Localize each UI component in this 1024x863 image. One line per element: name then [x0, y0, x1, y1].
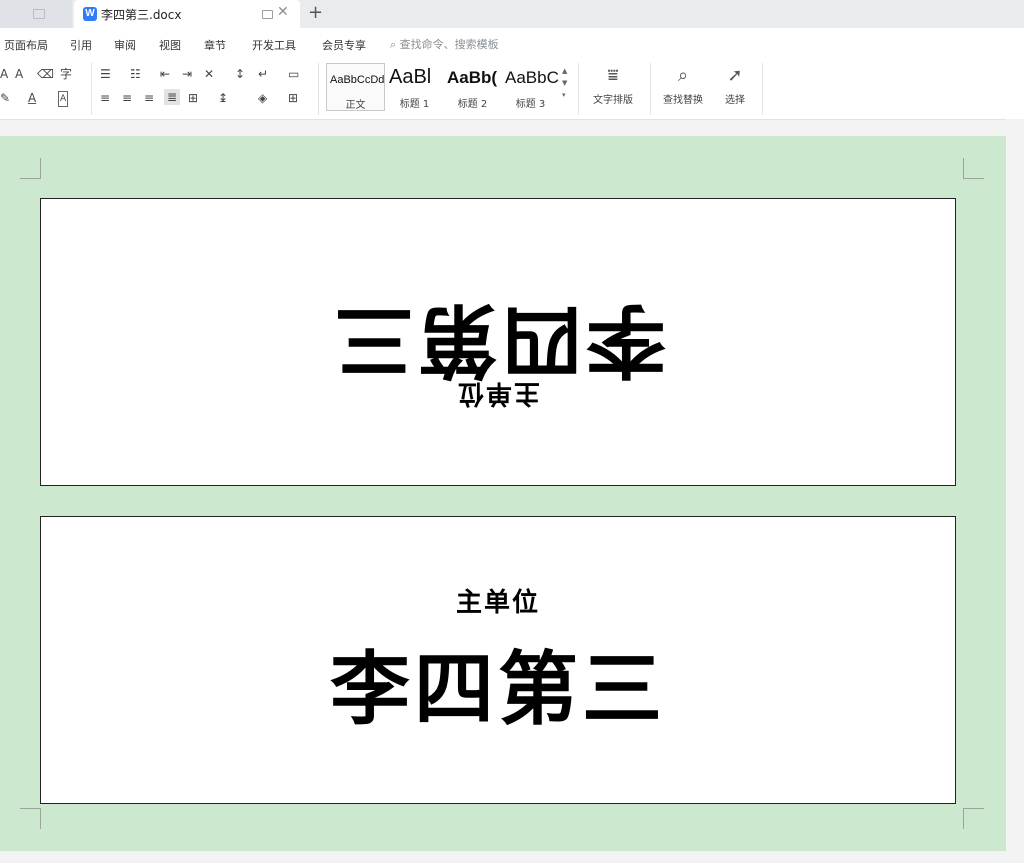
line-spacing-icon[interactable]: ↨: [218, 91, 228, 105]
select-button[interactable]: ➚ 选择: [708, 63, 762, 113]
card-name-text: 李四第三: [330, 293, 666, 386]
style-sample: AaBbC: [505, 68, 559, 87]
tab-bar: W 李四第三.docx ✕ +: [0, 0, 1024, 28]
clear-format-icon[interactable]: ⌫: [37, 67, 54, 81]
separator: [91, 63, 92, 115]
margin-corner-top-left: [20, 158, 41, 179]
decrease-indent-icon[interactable]: ⇤: [160, 67, 170, 81]
style-label: 正文: [345, 100, 366, 111]
text-layout-icon: ⩸: [607, 65, 619, 86]
margin-corner-top-right: [963, 158, 984, 179]
card-org-text: 主单位: [456, 378, 541, 408]
card-org-text: 主单位: [455, 588, 540, 618]
separator: [318, 63, 319, 115]
tab-document[interactable]: W 李四第三.docx ✕: [74, 0, 300, 28]
ribbon-toolbar: A A ⌫ 字 ✎ A A ☰ ☷ ⇤ ⇥ ✕ ↕ ↵ ▭ ≡ ≡ ≡ ≣ ⊞ …: [0, 59, 1024, 120]
menu-references[interactable]: 引用: [70, 37, 92, 53]
find-replace-label: 查找替换: [663, 95, 703, 106]
style-normal[interactable]: AaBbCcDd 正文: [326, 63, 385, 111]
close-icon[interactable]: ✕: [277, 4, 289, 20]
character-border-icon[interactable]: A: [58, 91, 69, 107]
distribute-icon[interactable]: ⊞: [188, 91, 198, 105]
find-replace-button[interactable]: ⌕ 查找替换: [656, 63, 710, 113]
increase-indent-icon[interactable]: ⇥: [182, 67, 192, 81]
style-heading-2[interactable]: AaBb( 标题 2: [444, 63, 501, 110]
menu-view[interactable]: 视图: [159, 37, 181, 53]
search-icon: ⌕: [390, 38, 397, 51]
name-card-bottom[interactable]: 主单位 李四第三: [40, 516, 956, 804]
shading-icon[interactable]: ◈: [258, 91, 267, 105]
align-right-icon[interactable]: ≡: [144, 91, 154, 105]
name-card-top[interactable]: 李四第三 主单位: [40, 198, 956, 486]
separator: [578, 63, 579, 115]
style-label: 标题 3: [515, 99, 546, 110]
numbered-list-icon[interactable]: ☷: [130, 67, 141, 81]
phonetic-guide-icon[interactable]: 字: [60, 67, 72, 81]
new-tab-plus-icon[interactable]: +: [308, 2, 323, 23]
separator: [762, 63, 763, 115]
command-search[interactable]: ⌕ 查找命令、搜索模板: [390, 36, 499, 52]
tab-previous[interactable]: [0, 0, 72, 28]
text-layout-label: 文字排版: [593, 95, 633, 106]
chinese-layout-icon[interactable]: ✕: [204, 67, 214, 81]
menu-developer[interactable]: 开发工具: [252, 37, 296, 53]
font-color-icon[interactable]: A: [28, 91, 36, 105]
menu-member[interactable]: 会员专享: [322, 37, 366, 53]
font-shrink-icon[interactable]: A: [15, 67, 23, 81]
align-left-icon[interactable]: ≡: [100, 91, 110, 105]
gallery-scroll[interactable]: ▲ ▼ ▾: [562, 65, 567, 101]
tab-title: 李四第三.docx: [101, 8, 182, 22]
window-edge: [1006, 119, 1024, 863]
margin-corner-bottom-right: [963, 808, 984, 829]
card-name-text: 李四第三: [330, 643, 666, 736]
style-label: 标题 2: [457, 99, 488, 110]
align-center-icon[interactable]: ≡: [122, 91, 132, 105]
wps-writer-icon: W: [83, 7, 97, 21]
margin-corner-bottom-left: [20, 808, 41, 829]
command-search-placeholder: 查找命令、搜索模板: [399, 38, 499, 51]
style-label: 标题 1: [399, 99, 430, 110]
magnifier-icon: ⌕: [677, 65, 689, 86]
cursor-arrow-icon: ➚: [727, 65, 743, 86]
bullet-list-icon[interactable]: ☰: [100, 67, 111, 81]
select-label: 选择: [725, 95, 745, 106]
justify-icon[interactable]: ≣: [164, 89, 181, 105]
style-heading-1[interactable]: AaBl 标题 1: [386, 63, 443, 110]
window-icon: [33, 9, 45, 19]
document-page[interactable]: 李四第三 主单位 主单位 李四第三: [0, 136, 1006, 851]
styles-gallery: AaBbCcDd 正文 AaBl 标题 1 AaBb( 标题 2 AaBbC 标…: [324, 63, 574, 113]
sort-icon[interactable]: ↕: [235, 67, 245, 81]
pin-window-icon[interactable]: [262, 10, 273, 19]
style-sample: AaBl: [389, 66, 432, 88]
menu-section[interactable]: 章节: [204, 37, 226, 53]
text-layout-button[interactable]: ⩸ 文字排版: [586, 63, 640, 113]
style-sample: AaBb(: [447, 68, 498, 87]
show-marks-icon[interactable]: ↵: [258, 67, 268, 81]
menu-review[interactable]: 审阅: [114, 37, 136, 53]
separator: [650, 63, 651, 115]
style-heading-3[interactable]: AaBbC 标题 3: [502, 63, 559, 110]
highlight-icon[interactable]: ✎: [0, 91, 10, 105]
font-grow-icon[interactable]: A: [0, 67, 8, 81]
ruler-icon[interactable]: ▭: [288, 67, 299, 81]
menu-bar: 页面布局 引用 审阅 视图 章节 开发工具 会员专享 ⌕ 查找命令、搜索模板: [0, 28, 1024, 59]
borders-icon[interactable]: ⊞: [288, 91, 298, 105]
style-sample: AaBbCcDd: [330, 74, 384, 86]
menu-page-layout[interactable]: 页面布局: [4, 37, 48, 53]
